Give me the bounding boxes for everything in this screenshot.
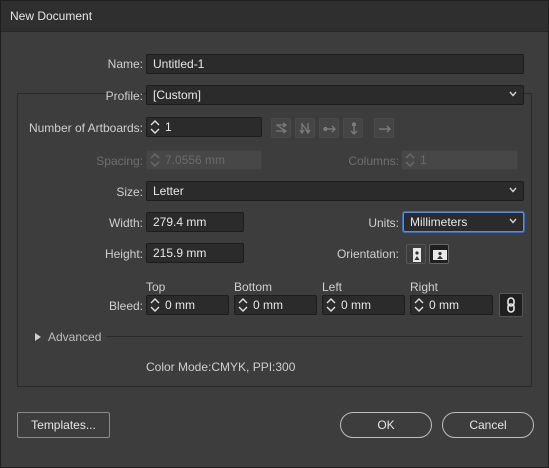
new-document-dialog: New Document Name: Profile: [Custom] Num… xyxy=(0,0,549,468)
arrange-by-row-button[interactable] xyxy=(319,118,339,138)
stepper-arrows-icon xyxy=(405,153,415,167)
chevron-down-icon xyxy=(509,187,517,193)
spacing-stepper: 7.0556 mm xyxy=(146,150,262,170)
bleed-top-stepper[interactable]: 0 mm xyxy=(146,295,229,315)
link-icon xyxy=(507,297,515,313)
bleed-label: Bleed: xyxy=(108,299,143,313)
size-dropdown[interactable]: Letter xyxy=(146,181,524,201)
columns-value: 1 xyxy=(420,153,427,167)
name-input[interactable] xyxy=(146,54,524,74)
profile-label: Profile: xyxy=(105,89,143,103)
right-to-left-button[interactable] xyxy=(374,118,394,138)
width-input[interactable] xyxy=(146,212,244,232)
landscape-icon xyxy=(433,250,447,260)
ok-button-label: OK xyxy=(377,418,395,432)
portrait-button[interactable] xyxy=(406,244,426,264)
bleed-bottom-value: 0 mm xyxy=(253,298,283,312)
bleed-bottom-label: Bottom xyxy=(234,280,273,294)
stepper-arrows-icon[interactable] xyxy=(325,297,337,313)
ok-button[interactable]: OK xyxy=(340,412,432,438)
spacing-value: 7.0556 mm xyxy=(165,153,226,167)
cancel-button-label: Cancel xyxy=(469,418,507,432)
height-input[interactable] xyxy=(146,243,244,263)
columns-label: Columns: xyxy=(348,154,399,168)
orientation-label: Orientation: xyxy=(336,247,399,261)
bleed-right-stepper[interactable]: 0 mm xyxy=(410,295,493,315)
arrange-by-column-icon xyxy=(350,122,358,135)
cancel-button[interactable]: Cancel xyxy=(442,412,534,438)
title-bar[interactable]: New Document xyxy=(1,1,548,32)
right-to-left-icon xyxy=(379,125,391,133)
color-mode-info: Color Mode:CMYK, PPI:300 xyxy=(146,360,296,374)
chevron-down-icon xyxy=(509,91,517,97)
grid-by-column-button[interactable] xyxy=(295,118,315,138)
bleed-left-value: 0 mm xyxy=(341,298,371,312)
stepper-arrows-icon[interactable] xyxy=(149,297,161,313)
stepper-arrows-icon[interactable] xyxy=(237,297,249,313)
profile-value: [Custom] xyxy=(153,88,202,102)
grid-by-row-icon xyxy=(276,122,288,134)
bleed-top-value: 0 mm xyxy=(165,298,195,312)
expand-triangle-icon[interactable] xyxy=(34,332,42,342)
stepper-arrows-icon xyxy=(150,153,160,167)
advanced-toggle[interactable]: Advanced xyxy=(48,330,101,344)
height-label: Height: xyxy=(104,247,143,261)
size-label: Size: xyxy=(116,185,143,199)
size-value: Letter xyxy=(153,184,184,198)
spacing-label: Spacing: xyxy=(96,154,143,168)
bleed-top-label: Top xyxy=(146,280,166,294)
stepper-arrows-icon[interactable] xyxy=(149,119,161,135)
templates-button-label: Templates... xyxy=(31,418,96,432)
columns-stepper: 1 xyxy=(401,150,518,170)
bleed-left-stepper[interactable]: 0 mm xyxy=(322,295,405,315)
arrange-by-column-button[interactable] xyxy=(343,118,363,138)
bleed-bottom-stepper[interactable]: 0 mm xyxy=(234,295,317,315)
bleed-right-value: 0 mm xyxy=(429,298,459,312)
link-bleed-button[interactable] xyxy=(499,293,523,317)
width-label: Width: xyxy=(108,216,143,230)
artboards-label: Number of Artboards: xyxy=(28,121,143,135)
bleed-right-label: Right xyxy=(410,280,439,294)
arrange-by-row-icon xyxy=(323,125,336,133)
profile-dropdown[interactable]: [Custom] xyxy=(146,85,524,105)
bleed-left-label: Left xyxy=(322,280,343,294)
templates-button[interactable]: Templates... xyxy=(17,412,110,438)
advanced-divider xyxy=(107,336,523,337)
units-label: Units: xyxy=(368,216,399,230)
grid-by-row-button[interactable] xyxy=(271,118,291,138)
grid-by-column-icon xyxy=(299,123,311,135)
dialog-title: New Document xyxy=(10,9,93,23)
portrait-icon xyxy=(413,248,421,262)
units-value: Millimeters xyxy=(410,215,468,229)
artboards-value: 1 xyxy=(165,120,172,134)
name-label: Name: xyxy=(107,57,143,71)
artboards-stepper[interactable]: 1 xyxy=(146,117,262,137)
chevron-down-icon xyxy=(509,218,517,224)
stepper-arrows-icon[interactable] xyxy=(413,297,425,313)
units-dropdown[interactable]: Millimeters xyxy=(403,212,524,232)
landscape-button[interactable] xyxy=(429,244,449,264)
